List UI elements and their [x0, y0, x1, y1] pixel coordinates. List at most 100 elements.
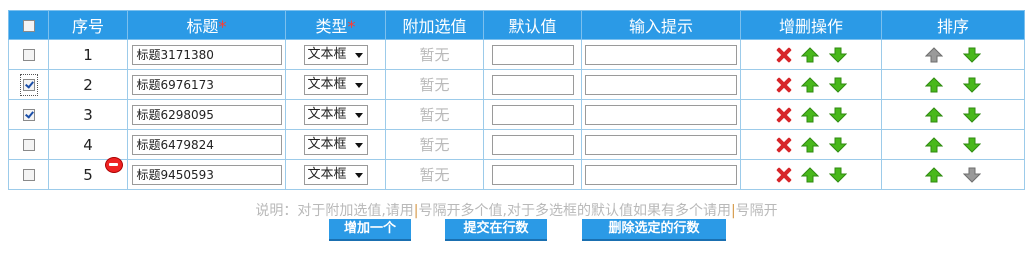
table-row: 4 标题6479824 文本框 暂无 — [8, 129, 1025, 160]
title-input[interactable]: 标题6479824 — [131, 134, 282, 155]
delete-row-icon[interactable] — [775, 77, 791, 93]
new-badge-icon — [105, 156, 124, 173]
type-select[interactable]: 文本框 — [303, 44, 368, 65]
header-title-label: 标题 — [186, 17, 219, 36]
type-cell: 文本框 — [285, 99, 386, 130]
delete-selected-button[interactable]: 删除选定的行数 — [582, 219, 726, 241]
default-value-input[interactable] — [491, 134, 574, 155]
delete-row-icon[interactable] — [775, 107, 791, 123]
insert-below-icon[interactable] — [828, 167, 848, 183]
note-part1: 说明：对于附加选值,请用 — [255, 203, 414, 219]
delete-row-icon[interactable] — [775, 167, 791, 183]
header-default: 默认值 — [483, 10, 582, 40]
dropdown-arrow-icon — [354, 82, 363, 88]
title-input[interactable]: 标题6298095 — [131, 104, 282, 125]
insert-below-icon[interactable] — [828, 47, 848, 63]
title-cell: 标题6479824 — [127, 129, 286, 160]
type-select-value: 文本框 — [307, 166, 347, 182]
move-up-icon[interactable] — [924, 166, 944, 183]
insert-above-icon[interactable] — [800, 76, 820, 93]
delete-row-icon[interactable] — [775, 47, 791, 63]
move-up-icon[interactable] — [924, 136, 944, 153]
type-select[interactable]: 文本框 — [303, 74, 368, 95]
move-down-icon[interactable] — [962, 77, 982, 93]
input-hint-input[interactable] — [585, 134, 737, 155]
move-up-icon[interactable] — [924, 76, 944, 93]
default-value-input[interactable] — [491, 164, 574, 185]
row-checkbox[interactable] — [22, 108, 35, 121]
type-select[interactable]: 文本框 — [303, 164, 368, 185]
seq-cell: 5 — [48, 156, 128, 190]
insert-above-icon[interactable] — [800, 166, 820, 183]
default-cell — [483, 39, 582, 70]
required-mark: * — [347, 17, 356, 36]
input-hint-input[interactable] — [585, 164, 737, 185]
move-down-icon[interactable] — [962, 107, 982, 123]
insert-below-icon[interactable] — [828, 137, 848, 153]
dropdown-arrow-icon — [354, 142, 363, 148]
title-input[interactable]: 标题3171380 — [131, 44, 282, 65]
extra-value: 暂无 — [419, 136, 450, 154]
sort-cell — [881, 129, 1025, 160]
default-value-input[interactable] — [491, 104, 574, 125]
type-select[interactable]: 文本框 — [303, 104, 368, 125]
row-select-cell — [8, 69, 49, 100]
row-checkbox[interactable] — [22, 48, 35, 61]
move-up-icon — [924, 46, 944, 63]
input-hint-input[interactable] — [585, 104, 737, 125]
row-seq: 1 — [83, 45, 93, 64]
row-checkbox[interactable] — [22, 168, 35, 181]
row-seq: 2 — [83, 75, 93, 94]
header-title: 标题* — [127, 10, 286, 40]
sort-cell — [881, 39, 1025, 70]
seq-cell: 3 — [48, 99, 128, 130]
insert-above-icon[interactable] — [800, 136, 820, 153]
row-checkbox[interactable] — [22, 78, 35, 91]
extra-value: 暂无 — [419, 76, 450, 94]
title-cell: 标题6976173 — [127, 69, 286, 100]
delete-row-icon[interactable] — [775, 137, 791, 153]
header-extra: 附加选值 — [385, 10, 484, 40]
submit-rows-button[interactable]: 提交在行数 — [445, 219, 547, 241]
select-all-checkbox[interactable] — [22, 20, 35, 32]
header-row: 序号 标题* 类型* 附加选值 默认值 输入提示 增删操作 排序 — [8, 10, 1025, 40]
input-hint-input[interactable] — [585, 44, 737, 65]
hint-cell — [581, 129, 741, 160]
dropdown-arrow-icon — [354, 52, 363, 58]
extra-cell: 暂无 — [385, 129, 484, 160]
insert-above-icon[interactable] — [800, 106, 820, 123]
instruction-note: 说明：对于附加选值,请用|号隔开多个值,对于多选框的默认值如果有多个请用|号隔开 — [0, 200, 1033, 220]
add-row-button[interactable]: 增加一个 — [329, 219, 411, 241]
row-checkbox[interactable] — [22, 138, 35, 151]
title-input[interactable]: 标题9450593 — [131, 164, 282, 185]
type-cell: 文本框 — [285, 69, 386, 100]
sort-cell — [881, 69, 1025, 100]
header-type-label: 类型 — [315, 17, 348, 36]
default-value-input[interactable] — [491, 74, 574, 95]
row-select-cell — [8, 159, 49, 190]
move-up-icon[interactable] — [924, 106, 944, 123]
hint-cell — [581, 69, 741, 100]
default-value-input[interactable] — [491, 44, 574, 65]
default-cell — [483, 69, 582, 100]
header-select-all[interactable] — [8, 10, 49, 40]
title-cell: 标题3171380 — [127, 39, 286, 70]
dropdown-arrow-icon — [354, 172, 363, 178]
extra-cell: 暂无 — [385, 99, 484, 130]
ops-cell — [740, 129, 882, 160]
input-hint-input[interactable] — [585, 74, 737, 95]
insert-below-icon[interactable] — [828, 77, 848, 93]
title-input[interactable]: 标题6976173 — [131, 74, 282, 95]
ops-cell — [740, 99, 882, 130]
table-row: 1 标题3171380 文本框 暂无 — [8, 39, 1025, 70]
seq-cell: 4 — [48, 129, 128, 160]
table-row: 3 标题6298095 文本框 暂无 — [8, 99, 1025, 130]
insert-above-icon[interactable] — [800, 46, 820, 63]
type-cell: 文本框 — [285, 39, 386, 70]
insert-below-icon[interactable] — [828, 107, 848, 123]
type-select-value: 文本框 — [307, 76, 347, 92]
type-select[interactable]: 文本框 — [303, 134, 368, 155]
note-part2: 号隔开多个值,对于多选框的默认值如果有多个请用 — [418, 203, 731, 219]
move-down-icon[interactable] — [962, 47, 982, 63]
move-down-icon[interactable] — [962, 137, 982, 153]
